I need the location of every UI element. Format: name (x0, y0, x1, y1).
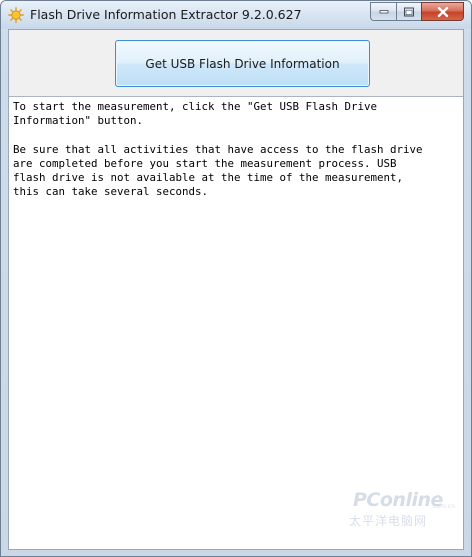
pconline-watermark: PConline .com.cn 太平洋电脑网 (349, 481, 461, 537)
watermark-domain: .com.cn (431, 503, 455, 510)
instruction-paragraph: To start the measurement, click the "Get… (13, 100, 378, 128)
sun-app-icon[interactable] (8, 7, 24, 23)
client-area: Get USB Flash Drive Information To start… (8, 29, 464, 550)
watermark-subtitle: 太平洋电脑网 (349, 514, 428, 528)
minimize-icon (379, 9, 388, 13)
title-bar[interactable]: Flash Drive Information Extractor 9.2.0.… (1, 1, 471, 29)
close-button[interactable] (421, 2, 464, 21)
maximize-icon (404, 7, 414, 16)
app-window: Flash Drive Information Extractor 9.2.0.… (0, 0, 472, 557)
minimize-button[interactable] (370, 2, 396, 21)
get-usb-info-button[interactable]: Get USB Flash Drive Information (115, 40, 370, 87)
close-icon (437, 6, 448, 17)
caption-buttons (370, 2, 464, 21)
watermark-brand: PConline (353, 489, 443, 511)
warning-paragraph: Be sure that all activities that have ac… (13, 142, 423, 199)
window-title: Flash Drive Information Extractor 9.2.0.… (30, 7, 302, 22)
maximize-button[interactable] (396, 2, 421, 21)
